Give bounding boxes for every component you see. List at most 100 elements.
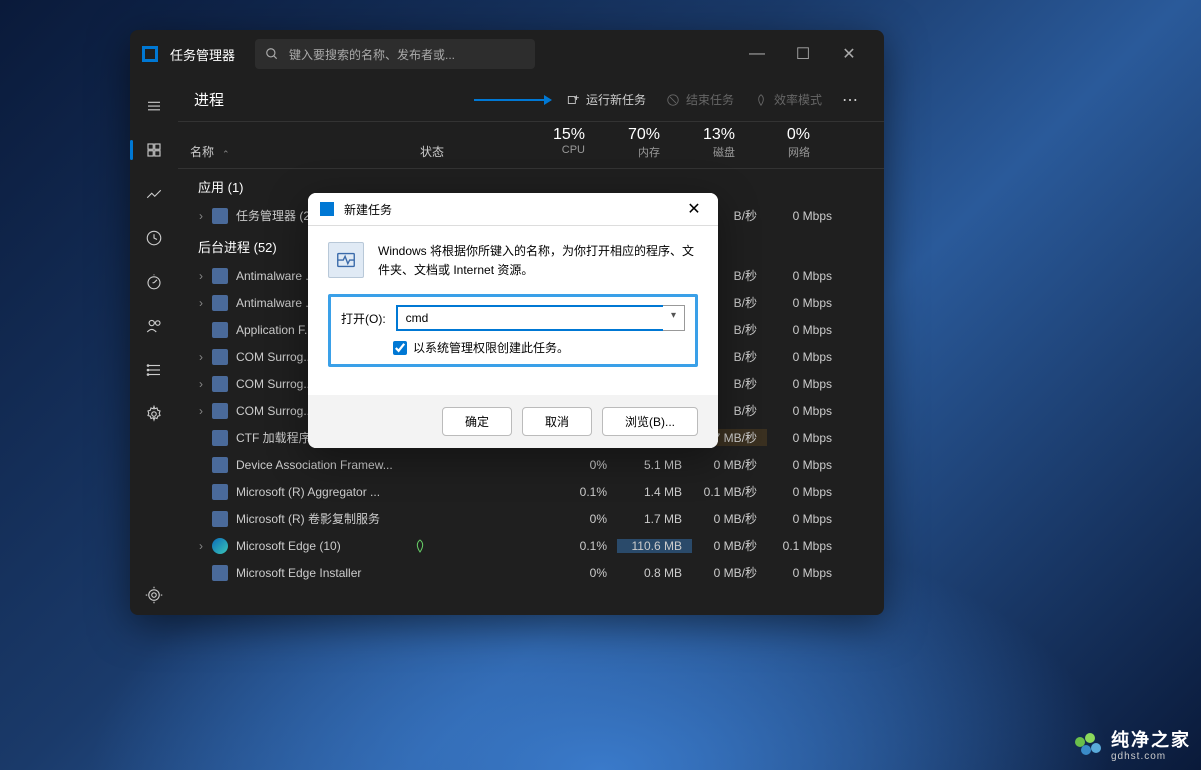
end-task-button[interactable]: 结束任务 (658, 86, 742, 114)
run-new-task-button[interactable]: 运行新任务 (558, 86, 654, 114)
admin-checkbox[interactable] (393, 341, 407, 355)
expand-toggle[interactable]: › (190, 377, 212, 391)
nav-settings[interactable] (134, 575, 174, 615)
browse-button[interactable]: 浏览(B)... (602, 407, 698, 436)
table-row[interactable]: Microsoft (R) 卷影复制服务0%1.7 MB0 MB/秒0 Mbps (178, 505, 884, 532)
process-icon (212, 295, 228, 311)
new-task-dialog: 新建任务 ✕ Windows 将根据你所键入的名称，为你打开相应的程序、文件夹、… (308, 193, 718, 448)
col-disk-header[interactable]: 13%磁盘 (670, 126, 745, 160)
cancel-button[interactable]: 取消 (522, 407, 592, 436)
col-name-header[interactable]: 名称⌃ (190, 126, 420, 160)
close-button[interactable]: ✕ (826, 38, 872, 70)
open-input-wrap: ▾ (396, 305, 685, 331)
admin-label: 以系统管理权限创建此任务。 (413, 339, 569, 356)
run-task-icon (566, 93, 580, 107)
expand-toggle[interactable]: › (190, 350, 212, 364)
mem-value: 1.4 MB (617, 485, 692, 499)
expand-toggle[interactable]: › (190, 209, 212, 223)
dialog-title: 新建任务 (344, 201, 392, 218)
net-value: 0 Mbps (767, 431, 842, 445)
process-icon (212, 268, 228, 284)
settings-icon (145, 586, 163, 604)
mem-value: 5.1 MB (617, 458, 692, 472)
nav-history[interactable] (134, 218, 174, 258)
net-value: 0 Mbps (767, 323, 842, 337)
disk-value: 0 MB/秒 (692, 537, 767, 554)
nav-services[interactable] (134, 394, 174, 434)
expand-toggle[interactable]: › (190, 539, 212, 553)
nav-hamburger[interactable] (134, 86, 174, 126)
open-input[interactable] (396, 305, 663, 331)
window-controls: — ☐ ✕ (734, 38, 872, 70)
efficiency-mode-label: 效率模式 (774, 91, 822, 108)
nav-processes[interactable] (134, 130, 174, 170)
open-dropdown-button[interactable]: ▾ (663, 305, 685, 331)
nav-details[interactable] (134, 350, 174, 390)
mem-value: 1.7 MB (617, 512, 692, 526)
sort-chevron-icon: ⌃ (222, 149, 230, 160)
open-label: 打开(O): (341, 310, 386, 327)
col-net-header[interactable]: 0%网络 (745, 126, 820, 160)
admin-row: 以系统管理权限创建此任务。 (341, 339, 685, 356)
dialog-close-button[interactable]: ✕ (682, 199, 706, 219)
net-value: 0 Mbps (767, 377, 842, 391)
process-icon (212, 403, 228, 419)
process-icon (212, 208, 228, 224)
leaf-icon (412, 538, 428, 554)
process-name: Device Association Framew... (236, 458, 442, 472)
watermark: 纯净之家 gdhst.com (1075, 731, 1191, 762)
net-value: 0 Mbps (767, 350, 842, 364)
hamburger-icon (145, 97, 163, 115)
col-cpu-header[interactable]: 15%CPU (520, 126, 595, 160)
efficiency-icon (754, 93, 768, 107)
users-icon (145, 317, 163, 335)
process-name: Microsoft (R) Aggregator ... (236, 485, 442, 499)
net-value: 0 Mbps (767, 485, 842, 499)
end-task-label: 结束任务 (686, 91, 734, 108)
col-mem-header[interactable]: 70%内存 (595, 126, 670, 160)
search-icon (265, 47, 279, 61)
expand-toggle[interactable]: › (190, 269, 212, 283)
details-icon (145, 361, 163, 379)
dialog-body: Windows 将根据你所键入的名称，为你打开相应的程序、文件夹、文档或 Int… (308, 226, 718, 395)
efficiency-mode-button[interactable]: 效率模式 (746, 86, 830, 114)
nav-performance[interactable] (134, 174, 174, 214)
performance-icon (145, 185, 163, 203)
more-button[interactable]: ⋯ (834, 86, 868, 114)
expand-toggle[interactable]: › (190, 404, 212, 418)
run-dialog-icon (328, 242, 364, 278)
watermark-logo-icon (1075, 733, 1103, 761)
table-row[interactable]: ›Microsoft Edge (10)0.1%110.6 MB0 MB/秒0.… (178, 532, 884, 559)
cpu-value: 0.1% (542, 539, 617, 553)
table-header: 名称⌃ 状态 15%CPU 70%内存 13%磁盘 0%网络 (178, 122, 884, 169)
dialog-description: Windows 将根据你所键入的名称，为你打开相应的程序、文件夹、文档或 Int… (378, 242, 698, 280)
run-new-task-label: 运行新任务 (586, 91, 646, 108)
cpu-value: 0% (542, 512, 617, 526)
col-status-header[interactable]: 状态 (420, 126, 520, 160)
ok-button[interactable]: 确定 (442, 407, 512, 436)
nav-startup[interactable] (134, 262, 174, 302)
open-row: 打开(O): ▾ (341, 305, 685, 331)
processes-icon (145, 141, 163, 159)
net-value: 0 Mbps (767, 566, 842, 580)
disk-value: 0 MB/秒 (692, 510, 767, 527)
nav-users[interactable] (134, 306, 174, 346)
dialog-titlebar: 新建任务 ✕ (308, 193, 718, 226)
process-name: Microsoft Edge Installer (236, 566, 442, 580)
net-value: 0 Mbps (767, 269, 842, 283)
maximize-button[interactable]: ☐ (780, 38, 826, 70)
table-row[interactable]: Microsoft (R) Aggregator ...0.1%1.4 MB0.… (178, 478, 884, 505)
cpu-value: 0.1% (542, 485, 617, 499)
table-row[interactable]: Device Association Framew...0%5.1 MB0 MB… (178, 451, 884, 478)
end-task-icon (666, 93, 680, 107)
minimize-button[interactable]: — (734, 38, 780, 70)
taskmgr-app-icon (142, 46, 158, 62)
expand-toggle[interactable]: › (190, 296, 212, 310)
net-value: 0 Mbps (767, 512, 842, 526)
table-row[interactable]: Microsoft Edge Installer0%0.8 MB0 MB/秒0 … (178, 559, 884, 586)
search-box[interactable]: 键入要搜索的名称、发布者或... (255, 39, 535, 69)
mem-value: 0.8 MB (617, 566, 692, 580)
process-icon (212, 322, 228, 338)
net-value: 0 Mbps (767, 209, 842, 223)
header-actions: 运行新任务 结束任务 效率模式 ⋯ (558, 86, 868, 114)
